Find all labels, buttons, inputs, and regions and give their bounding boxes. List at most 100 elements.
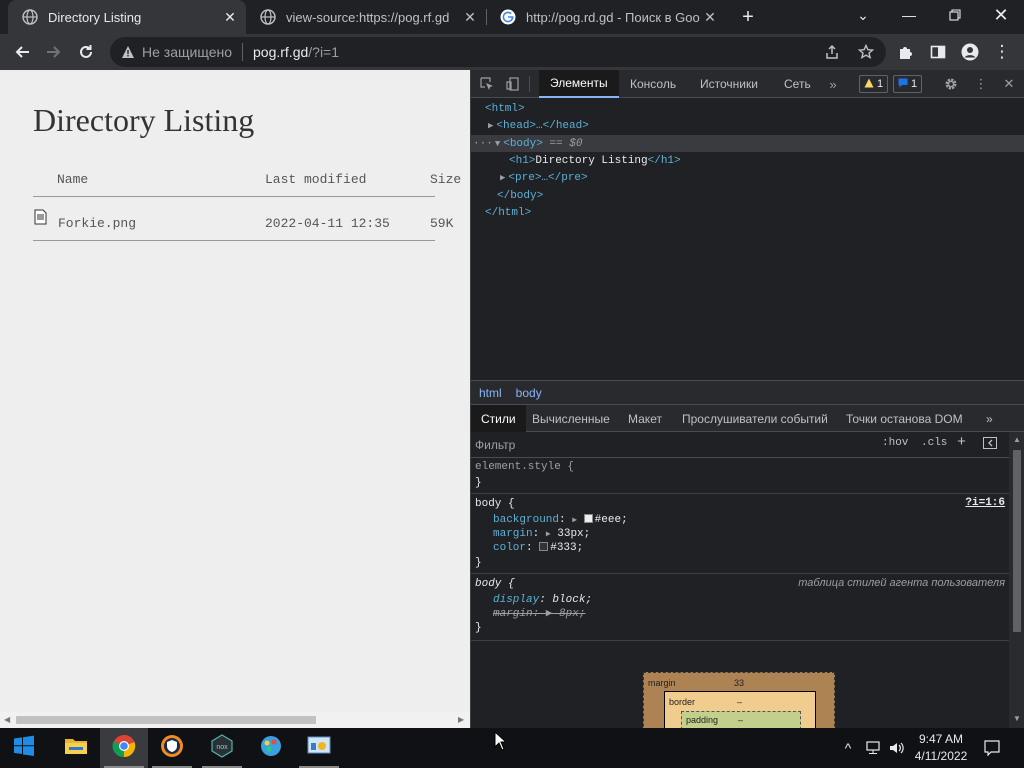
expand-triangle-icon[interactable]: ▶ xyxy=(572,516,577,525)
toggle-sidebar-icon[interactable] xyxy=(983,437,997,453)
tab-layout[interactable]: Макет xyxy=(618,405,672,432)
tab-sources[interactable]: Источники xyxy=(689,70,769,98)
column-header-name[interactable]: Name xyxy=(57,172,88,187)
collapse-triangle-icon[interactable]: ▼ xyxy=(495,139,500,149)
notification-center-icon[interactable] xyxy=(980,728,1004,768)
taskbar-chrome[interactable] xyxy=(100,728,148,768)
color-swatch[interactable] xyxy=(583,514,593,523)
forward-arrow-icon[interactable] xyxy=(40,38,68,66)
side-panel-icon[interactable] xyxy=(924,38,952,66)
back-arrow-icon[interactable] xyxy=(8,38,36,66)
taskbar-browser-shield[interactable] xyxy=(148,728,196,768)
dom-node-body[interactable]: ··· ▼ <body> == $0 xyxy=(471,135,1024,152)
reload-icon[interactable] xyxy=(72,38,100,66)
browser-menu-icon[interactable]: ⋮ xyxy=(988,38,1016,66)
element-style-selector[interactable]: element.style { xyxy=(475,460,574,474)
decl-background[interactable]: background: ▶ #eee; xyxy=(493,513,628,527)
box-padding-value[interactable]: – xyxy=(738,715,743,725)
taskbar-nox[interactable]: nox xyxy=(198,728,246,768)
scrollbar-thumb[interactable] xyxy=(1013,450,1021,632)
messages-badge[interactable]: 1 xyxy=(893,75,923,93)
tab-console[interactable]: Консоль xyxy=(619,70,687,98)
tab-dom-breakpoints[interactable]: Точки останова DOM xyxy=(836,405,973,432)
new-tab-icon[interactable]: + xyxy=(736,5,760,29)
tab-directory-listing[interactable]: Directory Listing ✕ xyxy=(8,0,246,34)
address-bar[interactable]: Не защищено pog.rf.gd /?i=1 xyxy=(110,37,886,67)
color-swatch[interactable] xyxy=(539,542,549,551)
body-selector[interactable]: body { xyxy=(475,497,515,511)
tab-elements[interactable]: Элементы xyxy=(539,70,619,98)
dom-node-body-close[interactable]: </body> xyxy=(471,187,1024,204)
filter-input[interactable] xyxy=(475,436,871,454)
expand-triangle-icon[interactable]: ▶ xyxy=(500,173,505,183)
minimize-icon[interactable]: — xyxy=(886,0,932,30)
new-rule-plus-icon[interactable]: + xyxy=(957,434,966,451)
tab-event-listeners[interactable]: Прослушиватели событий xyxy=(672,405,838,432)
taskbar-clock[interactable]: 9:47 AM 4/11/2022 xyxy=(906,731,976,765)
warning-triangle-icon[interactable] xyxy=(120,44,136,60)
tab-google-search[interactable]: http://pog.rd.gd - Поиск в Google ✕ xyxy=(486,0,726,34)
restore-icon[interactable] xyxy=(932,0,978,30)
close-window-icon[interactable]: ✕ xyxy=(978,0,1024,30)
devtools-menu-icon[interactable]: ⋮ xyxy=(971,74,991,94)
share-icon[interactable] xyxy=(822,42,842,62)
taskbar-control-panel[interactable] xyxy=(295,728,343,768)
close-devtools-icon[interactable]: ✕ xyxy=(999,74,1019,94)
hov-toggle[interactable]: :hov xyxy=(882,437,908,449)
column-header-size[interactable]: Size xyxy=(430,172,461,187)
extensions-puzzle-icon[interactable] xyxy=(892,38,920,66)
file-link[interactable]: Forkie.png xyxy=(58,216,136,231)
dom-node-html[interactable]: <html> xyxy=(471,100,1024,117)
box-margin-value[interactable]: 33 xyxy=(734,678,744,688)
box-model-padding[interactable]: padding – xyxy=(681,711,801,728)
close-tab-icon[interactable]: ✕ xyxy=(700,7,720,27)
decl-margin[interactable]: margin: ▶ 33px; xyxy=(493,527,590,541)
expand-triangle-icon[interactable]: ▶ xyxy=(488,121,493,131)
device-toggle-icon[interactable] xyxy=(503,74,523,94)
bookmark-star-icon[interactable] xyxy=(856,42,876,62)
box-model-border[interactable]: border – padding – xyxy=(664,691,816,728)
box-border-value[interactable]: – xyxy=(737,697,742,707)
expand-triangle-icon[interactable]: ▶ xyxy=(546,530,551,539)
cls-toggle[interactable]: .cls xyxy=(921,437,947,449)
dom-node-h1[interactable]: <h1> Directory Listing </h1> xyxy=(471,152,1024,169)
tab-computed[interactable]: Вычисленные xyxy=(522,405,620,432)
tab-network[interactable]: Сеть xyxy=(773,70,822,98)
scroll-down-icon[interactable]: ▼ xyxy=(1013,714,1021,723)
styles-vertical-scrollbar[interactable]: ▲ ▼ xyxy=(1009,432,1024,728)
volume-icon[interactable] xyxy=(886,728,908,768)
settings-gear-icon[interactable] xyxy=(941,74,961,94)
dom-node-html-close[interactable]: </html> xyxy=(471,204,1024,221)
scroll-up-icon[interactable]: ▲ xyxy=(1013,435,1021,444)
scroll-left-icon[interactable]: ◀ xyxy=(4,715,10,724)
pre-tag: <pre>…</pre> xyxy=(508,171,588,184)
close-tab-icon[interactable]: ✕ xyxy=(220,7,240,27)
rule-source-link[interactable]: ?i=1:6 xyxy=(965,497,1005,509)
horizontal-scrollbar[interactable]: ◀ ▶ xyxy=(0,712,470,728)
dom-node-head[interactable]: ▶ <head>…</head> xyxy=(471,117,1024,134)
tab-view-source[interactable]: view-source:https://pog.rf.gd ✕ xyxy=(246,0,486,34)
tab-styles[interactable]: Стили xyxy=(471,405,526,432)
start-button[interactable] xyxy=(0,728,48,768)
more-tabs-chevron-icon[interactable]: » xyxy=(823,74,843,94)
taskbar-file-explorer[interactable] xyxy=(52,728,100,768)
dom-node-pre[interactable]: ▶ <pre>…</pre> xyxy=(471,169,1024,186)
breadcrumb-html[interactable]: html xyxy=(479,386,502,400)
profile-avatar-icon[interactable] xyxy=(956,38,984,66)
web-page: Directory Listing Name Last modified Siz… xyxy=(0,70,470,728)
more-panels-chevron-icon[interactable]: » xyxy=(976,405,1003,432)
column-header-modified[interactable]: Last modified xyxy=(265,172,366,187)
breadcrumb-body[interactable]: body xyxy=(516,386,542,400)
close-tab-icon[interactable]: ✕ xyxy=(460,7,480,27)
decl-color[interactable]: color: #333; xyxy=(493,541,583,555)
scrollbar-thumb[interactable] xyxy=(16,716,316,724)
show-hidden-icons-chevron[interactable]: ^ xyxy=(838,728,858,768)
inspect-element-icon[interactable] xyxy=(477,74,497,94)
warnings-badge[interactable]: 1 xyxy=(859,75,889,93)
box-model-margin[interactable]: margin 33 border – padding – xyxy=(643,672,835,728)
network-icon[interactable] xyxy=(862,728,884,768)
tab-search-chevron-icon[interactable]: ⌄ xyxy=(840,0,886,30)
scroll-right-icon[interactable]: ▶ xyxy=(458,715,464,724)
taskbar-paint[interactable] xyxy=(247,728,295,768)
security-status-label[interactable]: Не защищено xyxy=(142,44,232,60)
